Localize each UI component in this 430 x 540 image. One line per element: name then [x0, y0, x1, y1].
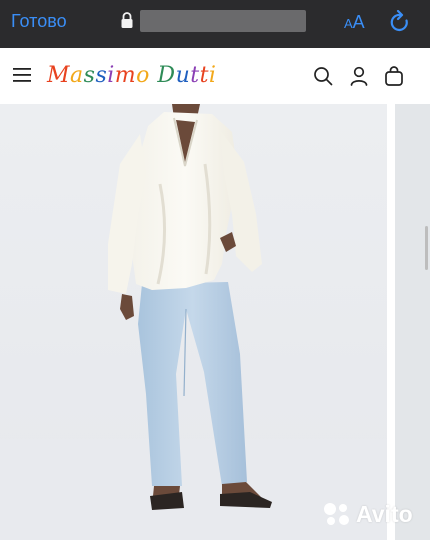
address-field[interactable]	[140, 10, 306, 32]
bag-icon[interactable]	[384, 66, 404, 86]
avito-watermark: Avito	[322, 500, 413, 528]
avito-watermark-text: Avito	[356, 500, 413, 527]
user-icon[interactable]	[349, 66, 369, 86]
logo-letter: D	[157, 63, 176, 88]
text-size-button[interactable]: AA	[344, 11, 365, 35]
lock-icon	[121, 12, 133, 28]
logo-letter: s	[95, 63, 108, 88]
next-product-photo[interactable]	[395, 104, 430, 540]
model-illustration	[0, 104, 387, 540]
search-icon[interactable]	[313, 66, 333, 86]
logo-letter: i	[208, 63, 217, 88]
logo-letter: o	[136, 63, 150, 88]
logo-letter: M	[47, 63, 71, 88]
logo-letter: u	[175, 63, 191, 88]
reload-icon[interactable]	[389, 10, 411, 34]
done-button[interactable]: Готово	[11, 10, 67, 32]
logo-letter: m	[114, 63, 137, 88]
logo-letter: i	[107, 63, 115, 88]
logo-letter: s	[83, 63, 96, 88]
scrollbar[interactable]	[425, 226, 428, 270]
logo-letter: a	[70, 63, 84, 88]
logo-letter: t	[190, 63, 200, 88]
site-header: Massimo Dutti	[0, 48, 430, 104]
avito-logo-icon	[324, 503, 349, 525]
browser-toolbar: Готово AA	[0, 0, 430, 48]
product-photo[interactable]	[0, 104, 387, 540]
brand-logo[interactable]: Massimo Dutti	[47, 61, 216, 91]
logo-letter: t	[199, 63, 209, 88]
menu-icon[interactable]	[13, 67, 31, 83]
